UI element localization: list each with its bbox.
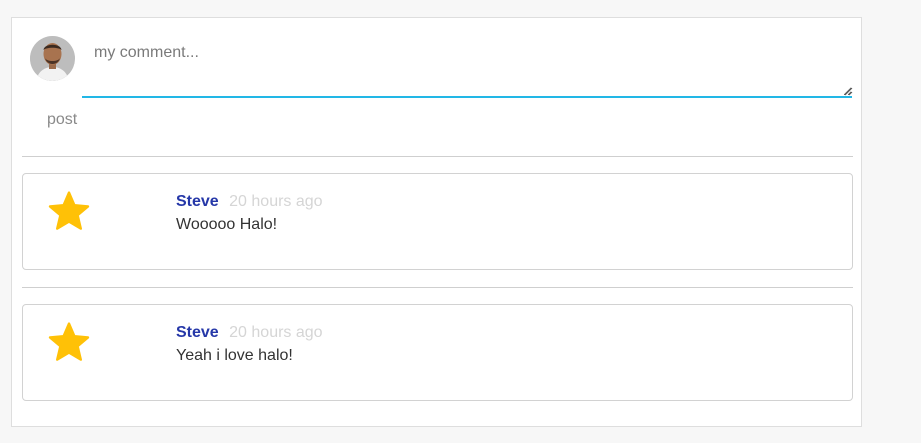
resize-grip-icon[interactable] (844, 87, 853, 96)
divider (22, 287, 853, 288)
star-button[interactable] (45, 188, 93, 236)
comment-author[interactable]: Steve (176, 193, 219, 210)
comment-text: Yeah i love halo! (176, 347, 293, 364)
comment-timestamp: 20 hours ago (229, 324, 323, 341)
comment-meta: Steve 20 hours ago (176, 193, 323, 211)
star-icon (48, 191, 90, 230)
avatar-icon (30, 36, 75, 81)
star-button[interactable] (45, 319, 93, 367)
comment-card: Steve 20 hours ago Yeah i love halo! (22, 304, 853, 401)
user-avatar[interactable] (30, 36, 75, 81)
comment-timestamp: 20 hours ago (229, 193, 323, 210)
divider (22, 156, 853, 157)
comment-card: Steve 20 hours ago Wooooo Halo! (22, 173, 853, 270)
comment-input[interactable] (82, 36, 852, 98)
comment-panel: post Steve 20 hours ago Wooooo Halo! Ste… (11, 17, 862, 427)
comment-meta: Steve 20 hours ago (176, 324, 323, 342)
star-icon (48, 322, 90, 361)
comment-text: Wooooo Halo! (176, 216, 278, 233)
post-button[interactable]: post (35, 109, 89, 131)
comment-author[interactable]: Steve (176, 324, 219, 341)
